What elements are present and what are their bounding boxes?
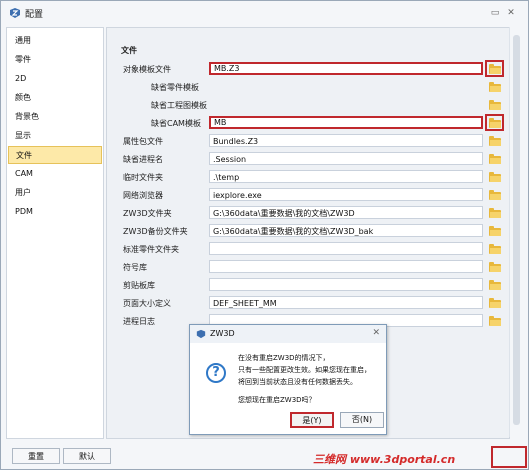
setting-field[interactable]: .\temp: [209, 170, 483, 183]
dialog-line-1: 在没有重启ZW3D的情况下，: [238, 354, 330, 362]
setting-field[interactable]: .Session: [209, 152, 483, 165]
folder-icon[interactable]: [489, 244, 501, 254]
sidebar-item[interactable]: 用户: [8, 184, 102, 202]
watermark-text: 三维网 www.3dportal.cn: [313, 453, 456, 466]
yes-button[interactable]: 是(Y): [290, 412, 334, 428]
scrollbar-thumb[interactable]: [513, 35, 520, 425]
setting-field[interactable]: G:\360data\重要数据\我的文档\ZW3D: [209, 206, 483, 219]
folder-icon[interactable]: [489, 316, 501, 326]
folder-icon[interactable]: [489, 280, 501, 290]
title-bar: 配置 ▭ ✕: [1, 1, 528, 25]
section-title: 文件: [121, 46, 137, 55]
setting-field[interactable]: G:\360data\重要数据\我的文档\ZW3D_bak: [209, 224, 483, 237]
sidebar-item[interactable]: 文件: [8, 146, 102, 164]
folder-icon[interactable]: [489, 298, 501, 308]
setting-label: 剪贴板库: [123, 281, 155, 290]
dialog-line-2: 只有一些配置更改生效。如果您现在重启，: [238, 366, 371, 374]
sidebar-item[interactable]: 背景色: [8, 108, 102, 126]
config-window: 配置 ▭ ✕ 通用 零件 2D 颜色 背景色 显示 文件 CAM 用户 PDM 文件 对象模板文件…: [0, 0, 529, 470]
folder-icon[interactable]: [489, 154, 501, 164]
category-list: 通用 零件 2D 颜色 背景色 显示 文件 CAM 用户 PDM: [6, 27, 104, 439]
setting-label: 标准零件文件夹: [123, 245, 179, 254]
setting-label: ZW3D备份文件夹: [123, 227, 188, 236]
folder-highlight: [485, 60, 504, 77]
dialog-line-3: 将回到当前状态且没有任何数据丢失。: [238, 378, 357, 386]
folder-icon[interactable]: [489, 208, 501, 218]
close-icon[interactable]: ✕: [505, 7, 517, 19]
setting-label: 缺省零件模板: [151, 83, 199, 92]
sidebar-item[interactable]: 通用: [8, 32, 102, 50]
sidebar-item[interactable]: 显示: [8, 127, 102, 145]
setting-field[interactable]: [209, 260, 483, 273]
setting-label: 页面大小定义: [123, 299, 171, 308]
zw3d-dialog-icon: [196, 329, 206, 339]
setting-field[interactable]: Bundles.Z3: [209, 134, 483, 147]
folder-icon[interactable]: [489, 190, 501, 200]
folder-highlight: [485, 114, 504, 131]
dialog-close-icon[interactable]: ✕: [372, 328, 380, 338]
sidebar-item[interactable]: CAM: [8, 165, 102, 183]
dialog-question: 您想现在重启ZW3D吗？: [238, 396, 316, 404]
folder-icon[interactable]: [489, 226, 501, 236]
zw3d-app-icon: [10, 8, 20, 18]
setting-field[interactable]: DEF_SHEET_MM: [209, 296, 483, 309]
setting-label: 缺省工程图模板: [151, 101, 207, 110]
setting-label: 对象模板文件: [123, 65, 171, 74]
default-button[interactable]: 默认: [63, 448, 111, 464]
folder-icon[interactable]: [489, 262, 501, 272]
sidebar-item[interactable]: 颜色: [8, 89, 102, 107]
setting-label: 临时文件夹: [123, 173, 163, 182]
scrollbar[interactable]: [509, 27, 523, 437]
setting-field[interactable]: [209, 278, 483, 291]
setting-label: 属性包文件: [123, 137, 163, 146]
setting-field[interactable]: MB: [209, 116, 483, 129]
sidebar-item[interactable]: PDM: [8, 203, 102, 221]
setting-label: 缺省CAM模板: [151, 119, 201, 128]
watermark-highlight: [491, 446, 527, 468]
setting-label: 符号库: [123, 263, 147, 272]
setting-field[interactable]: MB.Z3: [209, 62, 483, 75]
setting-label: 缺省进程名: [123, 155, 163, 164]
folder-icon[interactable]: [489, 172, 501, 182]
setting-field[interactable]: iexplore.exe: [209, 188, 483, 201]
folder-icon[interactable]: [489, 100, 501, 110]
dialog-title: ZW3D: [210, 329, 235, 338]
no-button[interactable]: 否(N): [340, 412, 384, 428]
folder-icon[interactable]: [489, 136, 501, 146]
folder-icon[interactable]: [489, 82, 501, 92]
setting-field[interactable]: [209, 242, 483, 255]
reset-button[interactable]: 重置: [12, 448, 60, 464]
restore-icon[interactable]: ▭: [489, 7, 501, 19]
sidebar-item[interactable]: 2D: [8, 70, 102, 88]
window-title: 配置: [25, 10, 44, 20]
setting-label: ZW3D文件夹: [123, 209, 172, 218]
restart-dialog: ZW3D ✕ ? 在没有重启ZW3D的情况下， 只有一些配置更改生效。如果您现在…: [189, 324, 387, 435]
setting-label: 网络浏览器: [123, 191, 163, 200]
setting-label: 进程日志: [123, 317, 155, 326]
sidebar-item[interactable]: 零件: [8, 51, 102, 69]
dialog-title-bar: ZW3D ✕: [190, 325, 386, 343]
question-icon: ?: [206, 363, 226, 383]
